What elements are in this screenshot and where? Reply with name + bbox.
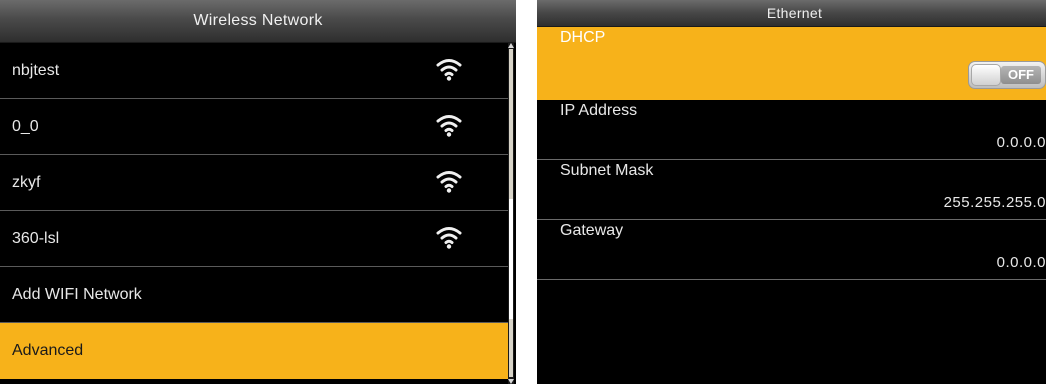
- wireless-title: Wireless Network: [193, 12, 323, 29]
- wifi-ssid: nbjtest: [12, 61, 60, 79]
- wifi-item-0_0[interactable]: 0_0: [0, 99, 508, 155]
- add-wifi-network-item[interactable]: Add WIFI Network: [0, 267, 508, 323]
- add-wifi-label: Add WIFI Network: [12, 285, 142, 303]
- dhcp-label: DHCP: [560, 29, 606, 46]
- advanced-item[interactable]: Advanced: [0, 323, 508, 379]
- wifi-item-nbjtest[interactable]: nbjtest: [0, 43, 508, 99]
- scroll-track[interactable]: [509, 49, 513, 377]
- wireless-network-panel: Wireless Network nbjtest 0_0 zkyf 360-ls…: [0, 0, 516, 384]
- subnet-mask-row[interactable]: Subnet Mask 255.255.255.0: [537, 160, 1046, 220]
- ip-address-label: IP Address: [560, 102, 638, 119]
- ethernet-title: Ethernet: [766, 5, 823, 21]
- wifi-signal-icon: [436, 227, 462, 249]
- wifi-item-zkyf[interactable]: zkyf: [0, 155, 508, 211]
- dhcp-row[interactable]: DHCP OFF: [537, 27, 1046, 100]
- scroll-thumb[interactable]: [509, 199, 513, 319]
- wireless-title-bar: Wireless Network: [0, 0, 516, 43]
- wifi-ssid: zkyf: [12, 173, 41, 191]
- wifi-signal-icon: [436, 115, 462, 137]
- ip-address-value: 0.0.0.0: [996, 134, 1046, 151]
- gateway-row[interactable]: Gateway 0.0.0.0: [537, 220, 1046, 280]
- ethernet-title-bar: Ethernet: [537, 0, 1046, 27]
- dhcp-toggle[interactable]: OFF: [968, 61, 1046, 89]
- ethernet-panel: Ethernet DHCP OFF IP Address 0.0.0.0 Sub…: [537, 0, 1046, 384]
- wifi-signal-icon: [436, 171, 462, 193]
- wifi-list-scrollbar[interactable]: [508, 43, 514, 384]
- advanced-label: Advanced: [12, 342, 84, 359]
- wifi-ssid: 360-lsl: [12, 229, 60, 247]
- subnet-mask-value: 255.255.255.0: [943, 194, 1046, 211]
- gateway-value: 0.0.0.0: [996, 254, 1046, 271]
- scroll-up-arrow-icon[interactable]: [508, 43, 514, 48]
- ethernet-settings-list: DHCP OFF IP Address 0.0.0.0 Subnet Mask …: [537, 27, 1046, 280]
- wifi-signal-icon: [436, 59, 462, 81]
- gateway-label: Gateway: [560, 222, 624, 239]
- wifi-ssid: 0_0: [12, 117, 39, 135]
- scroll-down-arrow-icon[interactable]: [508, 379, 514, 384]
- wifi-network-list: nbjtest 0_0 zkyf 360-lsl Add WIFI Networ…: [0, 43, 508, 379]
- toggle-state-label: OFF: [1001, 66, 1041, 84]
- subnet-mask-label: Subnet Mask: [560, 162, 654, 179]
- toggle-knob: [971, 64, 1001, 86]
- ip-address-row[interactable]: IP Address 0.0.0.0: [537, 100, 1046, 160]
- wifi-item-360-lsl[interactable]: 360-lsl: [0, 211, 508, 267]
